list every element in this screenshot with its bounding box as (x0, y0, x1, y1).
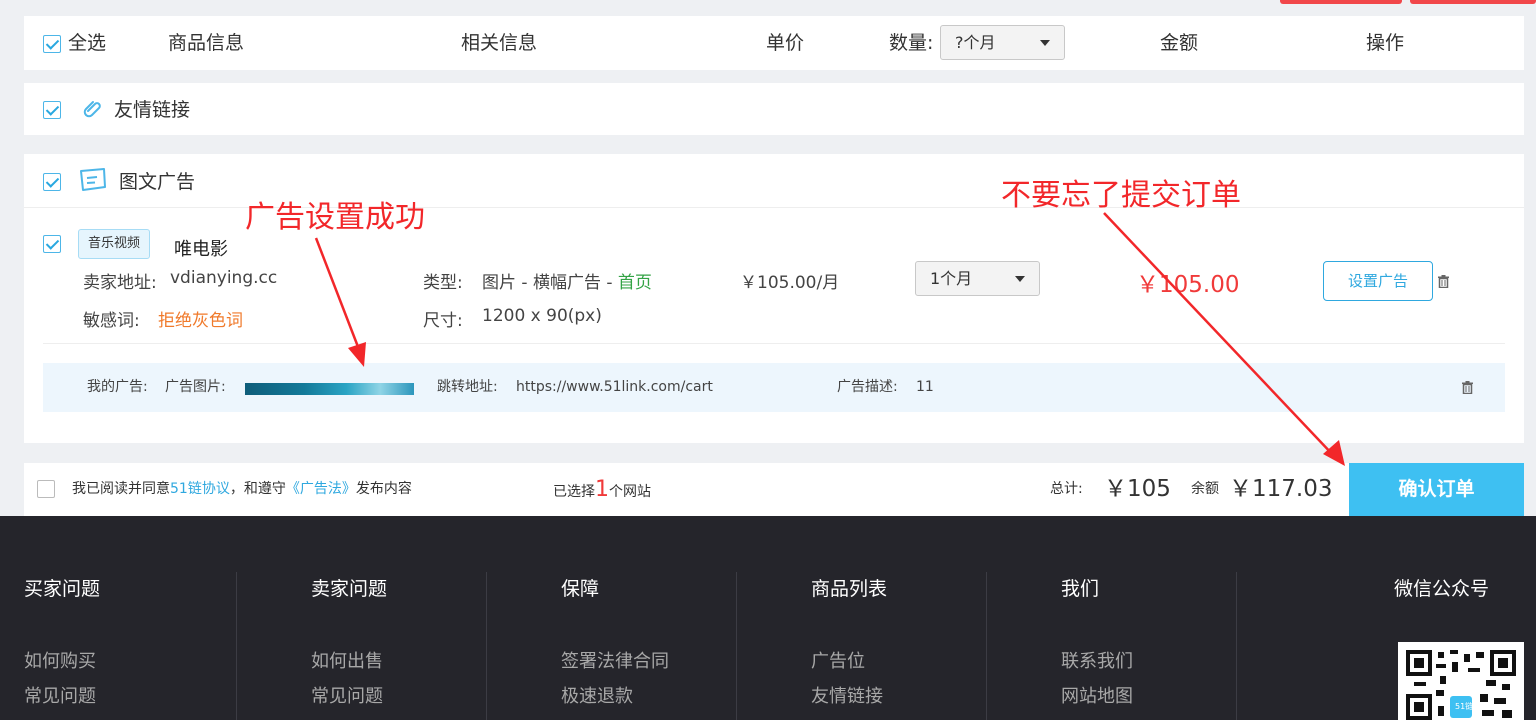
link-icon (78, 96, 104, 126)
footer-link[interactable]: 联系我们 (1061, 647, 1133, 673)
amount-header: 金额 (1160, 32, 1199, 54)
quantity-header: 数量: (889, 32, 934, 54)
divider (43, 343, 1505, 344)
ad-description-label: 广告描述: (837, 379, 898, 395)
item-quantity-value: 1个月 (930, 269, 973, 288)
set-ad-button[interactable]: 设置广告 (1323, 261, 1433, 301)
friend-links-label: 友情链接 (114, 99, 191, 121)
footer-col-title: 我们 (1061, 578, 1100, 600)
footer-col-title: 保障 (561, 578, 600, 600)
footer-link[interactable]: 常见问题 (311, 682, 383, 708)
size-label: 尺寸: (423, 311, 463, 331)
footer-divider (486, 572, 487, 720)
type-label: 类型: (423, 273, 463, 293)
category-friend-links: 友情链接 (24, 83, 1524, 135)
top-button-left[interactable] (1280, 0, 1402, 4)
footer-link[interactable]: 签署法律合同 (561, 647, 669, 673)
qr-logo-badge: 51链 (1455, 702, 1474, 711)
select-all-checkbox[interactable] (43, 35, 61, 53)
footer-divider (236, 572, 237, 720)
unit-price-header: 单价 (766, 32, 805, 54)
item-category-tag: 音乐视频 (78, 229, 151, 259)
item-unit-price: ￥105.00/月 (740, 273, 840, 293)
footer-link[interactable]: 网站地图 (1061, 682, 1133, 708)
footer-link[interactable]: 如何购买 (24, 647, 96, 673)
total-label: 总计: (1050, 481, 1083, 497)
image-ads-checkbox[interactable] (43, 173, 61, 191)
sensitive-words-label: 敏感词: (83, 311, 140, 331)
item-name[interactable]: 唯电影 (174, 235, 228, 261)
quantity-select-value: ?个月 (955, 33, 996, 52)
trash-icon[interactable] (1462, 381, 1473, 394)
select-all-label[interactable]: 全选 (68, 16, 106, 70)
quantity-select[interactable]: ?个月 (940, 25, 1065, 60)
product-info-header: 商品信息 (168, 32, 245, 54)
seller-address-value: vdianying.cc (170, 268, 278, 288)
footer-col-title: 商品列表 (811, 578, 888, 600)
total-value: ￥105 (1104, 476, 1171, 502)
confirm-order-button[interactable]: 确认订单 (1349, 463, 1524, 516)
agreement-text: 我已阅读并同意51链协议，和遵守《广告法》发布内容 (72, 481, 412, 497)
footer-link[interactable]: 常见问题 (24, 682, 96, 708)
footer-link[interactable]: 如何出售 (311, 647, 383, 673)
annotation-ad-success: 广告设置成功 (245, 200, 425, 235)
item-checkbox[interactable] (43, 235, 61, 253)
wechat-title: 微信公众号 (1394, 578, 1490, 600)
ad-card-icon (78, 167, 108, 197)
balance-label: 余额 (1191, 481, 1219, 497)
image-ads-label: 图文广告 (119, 171, 196, 193)
my-ad-label: 我的广告: (87, 379, 148, 395)
footer-link[interactable]: 极速退款 (561, 682, 633, 708)
annotation-dont-forget: 不要忘了提交订单 (1001, 178, 1241, 213)
my-ad-row: 我的广告: 广告图片: 跳转地址: https://www.51link.com… (43, 363, 1505, 412)
selected-count: 1 (595, 477, 609, 502)
agree-checkbox[interactable] (37, 480, 55, 498)
footer-link[interactable]: 友情链接 (811, 682, 883, 708)
seller-address-label: 卖家地址: (83, 273, 157, 293)
ad-description-value: 11 (916, 379, 934, 395)
footer-link[interactable]: 广告位 (811, 647, 865, 673)
top-action-buttons (1280, 0, 1536, 4)
balance-value: ￥117.03 (1229, 476, 1333, 502)
footer-divider (986, 572, 987, 720)
operation-header: 操作 (1366, 32, 1405, 54)
size-value: 1200 x 90(px) (482, 306, 602, 326)
wechat-qr-code: 51链 (1398, 642, 1524, 720)
type-value: 图片 - 横幅广告 - 首页 (482, 273, 652, 293)
type-page: 首页 (617, 273, 652, 293)
selected-sites-text: 已选择1个网站 (553, 477, 651, 502)
item-quantity-select[interactable]: 1个月 (915, 261, 1040, 296)
ad-law-link[interactable]: 《广告法》 (286, 481, 356, 497)
order-summary-bar: 我已阅读并同意51链协议，和遵守《广告法》发布内容 已选择1个网站 总计: ￥1… (24, 463, 1524, 516)
agreement-link[interactable]: 51链协议 (170, 481, 230, 497)
chevron-down-icon (1040, 40, 1050, 46)
ad-image-thumbnail[interactable] (245, 383, 414, 395)
footer-divider (736, 572, 737, 720)
sensitive-words-value: 拒绝灰色词 (158, 311, 243, 331)
trash-icon[interactable] (1438, 275, 1449, 288)
item-total-price: ￥105.00 (1136, 272, 1240, 298)
friend-links-checkbox[interactable] (43, 101, 61, 119)
chevron-down-icon (1015, 276, 1025, 282)
redirect-url-value: https://www.51link.com/cart (516, 379, 713, 395)
redirect-url-label: 跳转地址: (437, 379, 498, 395)
footer-divider (1236, 572, 1237, 720)
footer-col-title: 卖家问题 (311, 578, 388, 600)
cart-header: 全选 商品信息 相关信息 单价 数量: ?个月 金额 操作 (24, 16, 1524, 70)
top-button-right[interactable] (1410, 0, 1536, 4)
related-info-header: 相关信息 (461, 32, 538, 54)
footer-col-title: 买家问题 (24, 578, 101, 600)
site-footer: 买家问题 如何购买 常见问题 卖家问题 如何出售 常见问题 保障 签署法律合同 … (0, 516, 1536, 720)
ad-image-label: 广告图片: (165, 379, 226, 395)
